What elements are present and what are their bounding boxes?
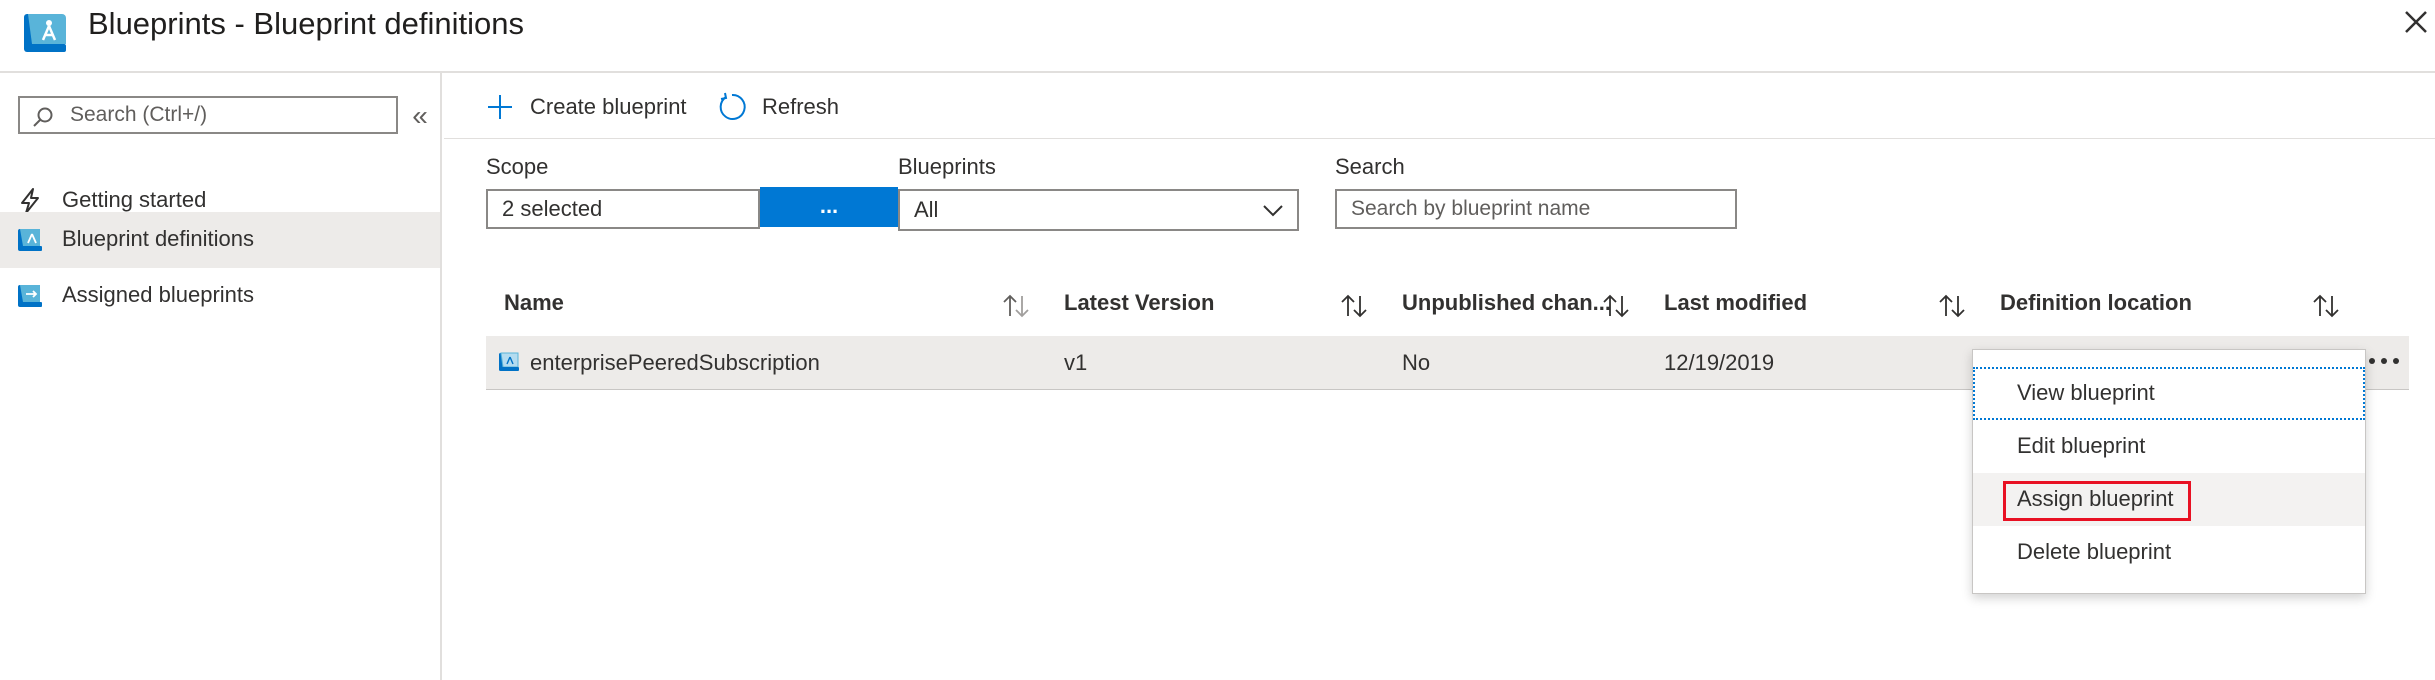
- scope-label: Scope: [486, 154, 549, 179]
- blueprints-filter-value: All: [914, 197, 939, 222]
- plus-icon: [488, 95, 512, 119]
- nav-item-blueprint-definitions[interactable]: Blueprint definitions: [0, 212, 440, 268]
- create-blueprint-button[interactable]: Create blueprint: [484, 89, 687, 125]
- column-header-name[interactable]: Name: [504, 290, 564, 316]
- lightning-icon: [21, 188, 39, 214]
- cell-unpublished-changes: No: [1402, 350, 1431, 375]
- cell-last-modified: 12/19/2019: [1664, 350, 1775, 375]
- more-options-icon[interactable]: [2364, 346, 2406, 376]
- nav-item-label: Blueprint definitions: [62, 226, 255, 251]
- cell-latest-version: v1: [1064, 350, 1088, 375]
- menu-item-label: View blueprint: [2017, 380, 2155, 405]
- menu-search-box[interactable]: [18, 96, 398, 134]
- refresh-icon: [719, 92, 746, 120]
- nav-item-assigned-blueprints[interactable]: Assigned blueprints: [0, 268, 440, 324]
- collapse-menu-icon[interactable]: «: [406, 99, 434, 133]
- menu-item-label: Assign blueprint: [2017, 486, 2174, 511]
- assigned-blueprints-icon: [18, 285, 42, 307]
- sort-icon[interactable]: [1600, 292, 1632, 320]
- menu-item-assign-blueprint[interactable]: Assign blueprint: [1973, 473, 2365, 526]
- menu-item-edit-blueprint[interactable]: Edit blueprint: [1973, 420, 2365, 473]
- sort-icon[interactable]: [1936, 292, 1968, 320]
- chevron-down-icon: [1263, 205, 1283, 217]
- blueprint-search-box[interactable]: [1335, 189, 1737, 229]
- blueprint-icon: [499, 352, 519, 371]
- scope-field[interactable]: 2 selected: [486, 189, 760, 229]
- refresh-label: Refresh: [762, 94, 840, 119]
- menu-search-input[interactable]: [70, 101, 390, 129]
- column-header-latest-version[interactable]: Latest Version: [1064, 290, 1214, 316]
- blueprint-definitions-icon: [18, 229, 42, 251]
- menu-item-view-blueprint[interactable]: View blueprint: [1973, 367, 2365, 420]
- sort-icon[interactable]: [1338, 292, 1370, 320]
- blueprints-filter-dropdown[interactable]: All: [898, 189, 1299, 231]
- title-bar: Blueprints - Blueprint definitions: [0, 0, 2435, 73]
- scope-picker-button[interactable]: ...: [760, 187, 898, 227]
- column-header-last-modified[interactable]: Last modified: [1664, 290, 1807, 316]
- search-icon: [33, 107, 53, 127]
- grid-header: Name Latest Version Unpublished chan... …: [486, 282, 2406, 330]
- nav-item-label: Assigned blueprints: [62, 282, 255, 307]
- nav-item-label: Getting started: [62, 187, 207, 212]
- create-blueprint-label: Create blueprint: [530, 94, 687, 119]
- menu-item-label: Edit blueprint: [2017, 433, 2146, 458]
- resource-menu: « Getting started Blueprint definitions …: [0, 73, 442, 680]
- close-icon[interactable]: [2400, 4, 2430, 40]
- sort-icon[interactable]: [2310, 292, 2342, 320]
- blueprint-search-input[interactable]: [1337, 191, 1735, 227]
- cell-name[interactable]: enterprisePeeredSubscription: [530, 350, 820, 376]
- menu-item-label: Delete blueprint: [2017, 539, 2172, 564]
- command-bar: Create blueprint Refresh: [444, 75, 2435, 139]
- page-title: Blueprints - Blueprint definitions: [88, 6, 524, 41]
- blueprints-service-icon: [24, 14, 66, 52]
- row-context-menu: View blueprint Edit blueprint Assign blu…: [1972, 349, 2366, 594]
- sort-icon[interactable]: [1000, 292, 1032, 320]
- refresh-button[interactable]: Refresh: [716, 89, 839, 125]
- search-label: Search: [1335, 154, 1405, 179]
- blueprints-filter-label: Blueprints: [898, 154, 996, 179]
- column-header-definition-location[interactable]: Definition location: [2000, 290, 2192, 316]
- column-header-unpublished-changes[interactable]: Unpublished chan...: [1402, 290, 1611, 316]
- menu-item-delete-blueprint[interactable]: Delete blueprint: [1973, 526, 2365, 579]
